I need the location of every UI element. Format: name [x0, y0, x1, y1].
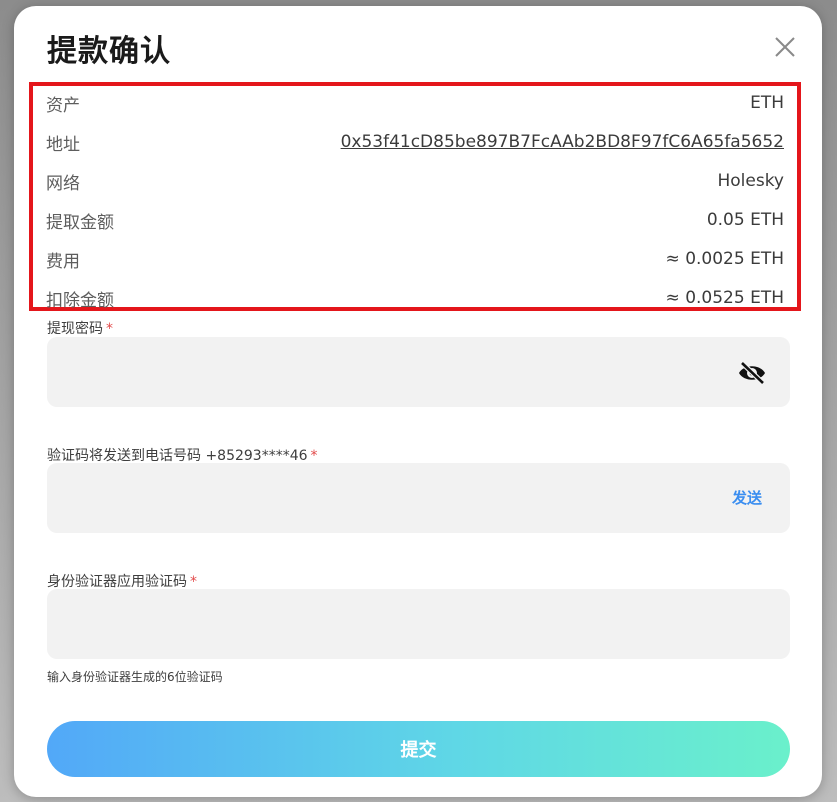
summary-value: 0.05 ETH — [706, 210, 784, 230]
required-mark: * — [106, 321, 113, 337]
summary-value: ETH — [750, 93, 784, 113]
summary-row-deducted: 扣除金额 ≈ 0.0525 ETH — [46, 286, 784, 311]
authenticator-field — [47, 589, 790, 661]
password-field — [47, 337, 790, 409]
summary-label: 地址 — [46, 134, 80, 155]
summary-label: 资产 — [46, 95, 80, 116]
summary-row-fee: 费用 ≈ 0.0025 ETH — [46, 247, 784, 272]
close-icon[interactable] — [772, 34, 798, 60]
authenticator-hint: 输入身份验证器生成的6位验证码 — [47, 670, 223, 684]
summary-value: Holesky — [717, 171, 784, 191]
summary-row-address: 地址 0x53f41cD85be897B7FcAAb2BD8F97fC6A65f… — [46, 130, 784, 155]
authenticator-input[interactable] — [63, 589, 707, 661]
summary-row-amount: 提取金额 0.05 ETH — [46, 208, 784, 233]
address-link[interactable]: 0x53f41cD85be897B7FcAAb2BD8F97fC6A65fa56… — [341, 132, 784, 152]
summary-label: 提取金额 — [46, 212, 114, 233]
authenticator-label: 身份验证器应用验证码 * — [47, 571, 197, 591]
summary-value: ≈ 0.0525 ETH — [665, 288, 784, 308]
password-label: 提现密码 * — [47, 318, 113, 338]
required-mark: * — [190, 574, 197, 590]
eye-slash-icon[interactable] — [737, 361, 767, 385]
withdraw-summary: 资产 ETH 地址 0x53f41cD85be897B7FcAAb2BD8F97… — [29, 82, 801, 311]
summary-row-network: 网络 Holesky — [46, 169, 784, 194]
sms-code-input[interactable] — [63, 463, 707, 535]
withdraw-confirm-dialog: 提款确认 资产 ETH 地址 0x53f41cD85be897B7FcAAb2B… — [14, 6, 822, 797]
password-label-text: 提现密码 — [47, 321, 103, 337]
send-code-button[interactable]: 发送 — [732, 487, 762, 508]
dialog-title: 提款确认 — [47, 34, 171, 69]
summary-label: 网络 — [46, 173, 80, 194]
summary-row-asset: 资产 ETH — [46, 91, 784, 116]
sms-code-label: 验证码将发送到电话号码 +85293****46 * — [47, 445, 318, 465]
summary-value: ≈ 0.0025 ETH — [665, 249, 784, 269]
submit-button[interactable]: 提交 — [47, 721, 790, 777]
summary-label: 费用 — [46, 251, 80, 272]
summary-label: 扣除金额 — [46, 290, 114, 311]
sms-code-label-text: 验证码将发送到电话号码 +85293****46 — [47, 448, 308, 464]
required-mark: * — [310, 448, 318, 464]
password-input[interactable] — [63, 337, 707, 409]
authenticator-label-text: 身份验证器应用验证码 — [47, 574, 187, 590]
sms-code-field: 发送 — [47, 463, 790, 535]
